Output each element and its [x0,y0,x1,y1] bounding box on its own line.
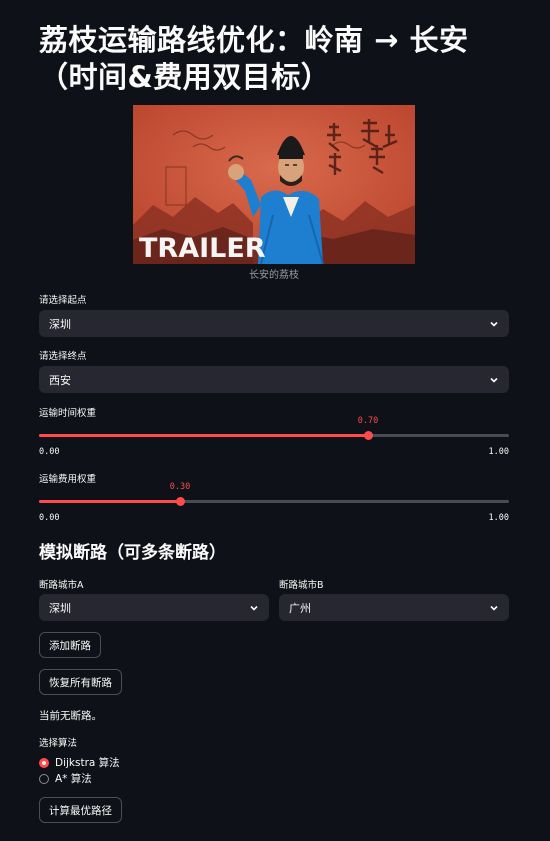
slider-max: 1.00 [488,447,509,457]
radio-label: Dijkstra 算法 [55,757,120,769]
time-weight-label: 运输时间权重 [39,408,97,419]
city-b-label: 断路城市B [279,580,324,591]
cost-weight-slider[interactable]: 0.30 0.00 1.00 [39,482,509,523]
radio-unselected-icon [39,773,49,784]
add-roadblock-button[interactable]: 添加断路 [39,632,101,658]
city-b-select[interactable]: 广州 [279,594,509,621]
radio-label: A* 算法 [55,773,92,785]
end-select-value: 西安 [49,373,71,387]
radio-astar[interactable]: A* 算法 [39,771,92,786]
slider-thumb[interactable] [175,497,185,506]
algorithm-label: 选择算法 [39,738,78,749]
city-a-value: 深圳 [49,601,71,615]
city-a-select[interactable]: 深圳 [39,594,269,621]
chevron-down-icon [249,603,259,613]
slider-track [39,500,509,503]
slider-fill [39,434,368,437]
roadblock-heading: 模拟断路（可多条断路） [39,543,226,563]
app-page: 荔枝运输路线优化：岭南 → 长安（时间&费用双目标） TRAILER 长安的荔枝… [0,0,550,841]
page-title: 荔枝运输路线优化：岭南 → 长安（时间&费用双目标） [39,23,469,94]
end-select[interactable]: 西安 [39,366,509,393]
time-weight-slider[interactable]: 0.70 0.00 1.00 [39,416,509,457]
chevron-down-icon [489,603,499,613]
image-caption: 长安的荔枝 [249,270,299,281]
slider-value: 0.70 [357,416,379,426]
end-label: 请选择终点 [39,351,87,362]
slider-max: 1.00 [488,513,509,523]
slider-value: 0.30 [169,482,191,492]
slider-min: 0.00 [39,447,60,457]
compute-path-button[interactable]: 计算最优路径 [39,797,122,823]
roadblock-status: 当前无断路。 [39,710,102,722]
city-a-label: 断路城市A [39,580,84,591]
radio-selected-icon [39,757,49,768]
slider-thumb[interactable] [363,431,373,440]
hero-image: TRAILER [133,105,415,264]
start-select-value: 深圳 [49,317,71,331]
start-label: 请选择起点 [39,295,87,306]
poster-illustration: TRAILER [133,105,415,264]
reset-roadblocks-button[interactable]: 恢复所有断路 [39,669,122,695]
slider-fill [39,500,180,503]
slider-min: 0.00 [39,513,60,523]
city-b-value: 广州 [289,601,311,615]
start-select[interactable]: 深圳 [39,310,509,337]
radio-dijkstra[interactable]: Dijkstra 算法 [39,755,120,770]
chevron-down-icon [489,375,499,385]
slider-track [39,434,509,437]
trailer-text: TRAILER [139,233,266,264]
cost-weight-label: 运输费用权重 [39,474,97,485]
chevron-down-icon [489,319,499,329]
